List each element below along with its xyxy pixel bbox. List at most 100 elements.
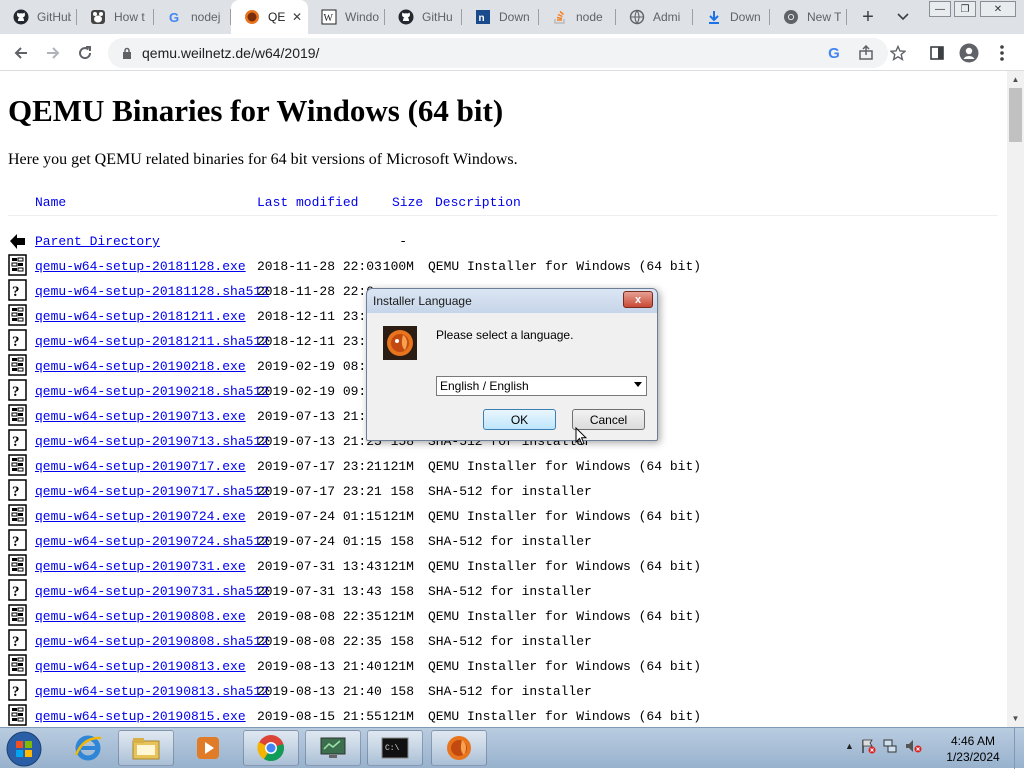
- scroll-up-arrow-icon[interactable]: ▲: [1007, 71, 1024, 88]
- dialog-close-button[interactable]: x: [623, 291, 653, 308]
- file-description: QEMU Installer for Windows (64 bit): [428, 609, 702, 624]
- taskbar-system-monitor[interactable]: [305, 730, 361, 766]
- wikipedia-icon: W: [321, 9, 337, 25]
- file-name-link[interactable]: qemu-w64-setup-20190813.exe: [35, 659, 246, 674]
- action-center-flag-icon[interactable]: [860, 738, 876, 754]
- tab-1[interactable]: GitHub: [0, 0, 77, 34]
- tab-9[interactable]: Admi: [616, 0, 693, 34]
- file-size: 121M: [382, 459, 414, 474]
- file-description: QEMU Installer for Windows (64 bit): [428, 509, 702, 524]
- tab-search-button[interactable]: [893, 8, 913, 26]
- file-modified: 2019-08-13 21:40: [257, 684, 382, 699]
- tab-8[interactable]: node: [539, 0, 616, 34]
- close-tab-icon[interactable]: ✕: [292, 10, 302, 24]
- file-name-link[interactable]: qemu-w64-setup-20181211.exe: [35, 309, 246, 324]
- tab-11[interactable]: New T: [770, 0, 847, 34]
- file-name-link[interactable]: qemu-w64-setup-20190218.exe: [35, 359, 246, 374]
- svg-text:?: ?: [12, 634, 20, 650]
- tab-title: Admi: [653, 10, 681, 24]
- taskbar-qemu-installer[interactable]: [431, 730, 487, 766]
- network-icon[interactable]: [882, 738, 898, 754]
- file-name-link[interactable]: qemu-w64-setup-20181128.sha512: [35, 284, 269, 299]
- taskbar-internet-explorer[interactable]: [60, 730, 116, 766]
- file-name-link[interactable]: qemu-w64-setup-20190724.sha512: [35, 534, 269, 549]
- svg-text:W: W: [324, 13, 334, 24]
- restore-button[interactable]: ❐: [954, 1, 976, 17]
- file-row: ? qemu-w64-setup-20190717.sha512 2019-07-1…: [0, 479, 1000, 506]
- scroll-down-arrow-icon[interactable]: ▼: [1007, 710, 1024, 727]
- scroll-thumb[interactable]: [1009, 88, 1022, 142]
- file-row: qemu-w64-setup-20190813.exe 2019-08-13 21…: [0, 654, 1000, 681]
- file-name-link[interactable]: qemu-w64-setup-20190808.exe: [35, 609, 246, 624]
- ok-button[interactable]: OK: [483, 409, 556, 430]
- show-desktop-button[interactable]: [1014, 728, 1024, 769]
- tab-title: Windo: [345, 10, 379, 24]
- tab-title: Down: [730, 10, 761, 24]
- google-lens-button[interactable]: G: [821, 40, 847, 66]
- file-row: qemu-w64-setup-20190724.exe 2019-07-24 01…: [0, 504, 1000, 531]
- reload-button[interactable]: [72, 40, 98, 66]
- file-name-link[interactable]: qemu-w64-setup-20181211.sha512: [35, 334, 269, 349]
- file-name-link[interactable]: qemu-w64-setup-20190731.exe: [35, 559, 246, 574]
- tab-10[interactable]: Down: [693, 0, 770, 34]
- menu-button[interactable]: [989, 40, 1015, 66]
- minimize-button[interactable]: —: [929, 1, 951, 17]
- file-modified: 2018-11-28 22:03: [257, 259, 382, 274]
- vertical-scrollbar[interactable]: ▲ ▼: [1007, 71, 1024, 727]
- header-divider: [8, 215, 998, 216]
- close-window-button[interactable]: ✕: [980, 1, 1016, 17]
- file-size: 121M: [382, 509, 414, 524]
- dialog-titlebar[interactable]: Installer Language x: [367, 289, 657, 313]
- share-button[interactable]: [853, 40, 879, 66]
- file-name-link[interactable]: qemu-w64-setup-20190713.sha512: [35, 434, 269, 449]
- bear-icon: [90, 9, 106, 25]
- tab-2[interactable]: How t: [77, 0, 154, 34]
- tab-7[interactable]: n Down: [462, 0, 539, 34]
- file-name-link[interactable]: qemu-w64-setup-20190808.sha512: [35, 634, 269, 649]
- column-header-size[interactable]: Size: [392, 195, 423, 210]
- column-header-description[interactable]: Description: [435, 195, 521, 210]
- address-bar[interactable]: qemu.weilnetz.de/w64/2019/: [108, 38, 888, 68]
- star-icon: [890, 45, 906, 61]
- file-name-link[interactable]: qemu-w64-setup-20190813.sha512: [35, 684, 269, 699]
- tab-4[interactable]: QE ✕: [231, 0, 308, 34]
- taskbar-media-player[interactable]: [180, 730, 236, 766]
- tab-3[interactable]: Gnodej: [154, 0, 231, 34]
- language-select[interactable]: English / English: [436, 376, 647, 396]
- file-size: 121M: [382, 709, 414, 724]
- start-button[interactable]: [2, 729, 46, 769]
- column-header-name[interactable]: Name: [35, 195, 66, 210]
- address-url: qemu.weilnetz.de/w64/2019/: [142, 45, 320, 61]
- bookmark-button[interactable]: [885, 40, 911, 66]
- taskbar-command-prompt[interactable]: C:\: [367, 730, 423, 766]
- profile-button[interactable]: [956, 40, 982, 66]
- chevron-down-icon: [897, 13, 909, 21]
- file-description: SHA-512 for installer: [428, 534, 592, 549]
- side-panel-button[interactable]: [924, 40, 950, 66]
- tab-6[interactable]: GitHu: [385, 0, 462, 34]
- file-name-link[interactable]: qemu-w64-setup-20190717.exe: [35, 459, 246, 474]
- show-hidden-icons-icon[interactable]: ▲: [845, 741, 854, 751]
- new-tab-button[interactable]: +: [847, 0, 889, 34]
- taskbar-clock[interactable]: 4:46 AM 1/23/2024: [937, 733, 1009, 765]
- taskbar-chrome[interactable]: [243, 730, 299, 766]
- tab-title: nodej: [191, 10, 221, 24]
- back-button[interactable]: [8, 40, 34, 66]
- file-name-link[interactable]: qemu-w64-setup-20190724.exe: [35, 509, 246, 524]
- file-name-link[interactable]: qemu-w64-setup-20181128.exe: [35, 259, 246, 274]
- parent-directory-link[interactable]: Parent Directory: [35, 234, 160, 249]
- file-name-link[interactable]: qemu-w64-setup-20190815.exe: [35, 709, 246, 724]
- taskbar-file-explorer[interactable]: [118, 730, 174, 766]
- dialog-body: Please select a language. English / Engl…: [371, 313, 653, 437]
- file-name-link[interactable]: qemu-w64-setup-20190218.sha512: [35, 384, 269, 399]
- tab-title: How t: [114, 10, 145, 24]
- file-name-link[interactable]: qemu-w64-setup-20190731.sha512: [35, 584, 269, 599]
- file-size: 121M: [382, 559, 414, 574]
- file-name-link[interactable]: qemu-w64-setup-20190717.sha512: [35, 484, 269, 499]
- tab-5[interactable]: W Windo: [308, 0, 385, 34]
- column-header-modified[interactable]: Last modified: [257, 195, 358, 210]
- file-modified: 2019-08-13 21:40: [257, 659, 382, 674]
- file-name-link[interactable]: qemu-w64-setup-20190713.exe: [35, 409, 246, 424]
- volume-muted-icon[interactable]: [904, 738, 922, 754]
- forward-button[interactable]: [40, 40, 66, 66]
